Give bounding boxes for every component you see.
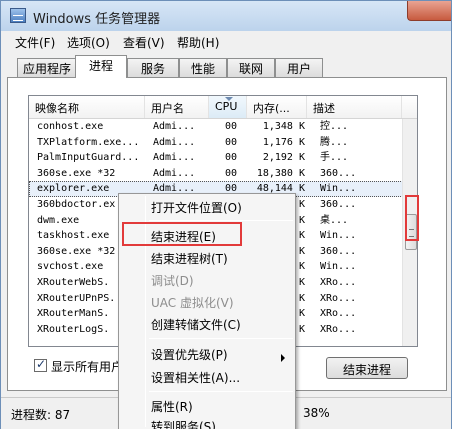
table-row[interactable]: PalmInputGuard... Admi... 00 2,192 K 手... <box>29 150 417 166</box>
cpu-usage: 38% <box>303 406 330 420</box>
context-menu: 打开文件位置(O) 结束进程(E) 结束进程树(T) 调试(D) UAC 虚拟化… <box>118 193 296 429</box>
table-row[interactable]: TXPlatform.exe... Admi... 00 1,176 K 腾... <box>29 135 417 151</box>
end-process-highlight-box <box>122 222 242 246</box>
show-all-users-label: 显示所有用户 <box>51 360 124 374</box>
menu-view[interactable]: 查看(V) <box>123 34 165 51</box>
menu-end-process-tree[interactable]: 结束进程树(T) <box>151 250 228 268</box>
submenu-arrow-icon <box>281 354 285 362</box>
tab-applications[interactable]: 应用程序 <box>17 58 77 77</box>
menu-file[interactable]: 文件(F) <box>15 34 55 51</box>
process-cpu: 00 <box>225 121 238 132</box>
process-description: Win... <box>320 183 357 195</box>
process-name: PalmInputGuard... <box>37 152 140 164</box>
process-user: Admi... <box>153 121 196 132</box>
close-icon[interactable] <box>407 1 451 21</box>
process-name: TXPlatform.exe... <box>37 136 140 148</box>
window-title: Windows 任务管理器 <box>33 12 161 27</box>
menu-set-priority[interactable]: 设置优先级(P) <box>151 346 228 364</box>
checkbox-checked-icon[interactable] <box>34 357 47 372</box>
menu-debug: 调试(D) <box>151 274 194 288</box>
tab-users[interactable]: 用户 <box>275 58 323 77</box>
process-description: XRo... <box>320 276 357 288</box>
process-description: XRo... <box>320 292 357 304</box>
process-cpu: 00 <box>225 136 238 148</box>
process-description: Win... <box>320 230 357 242</box>
list-header: 映像名称 用户名 CPU 内存(... 描述 <box>29 96 417 119</box>
table-row[interactable]: 360se.exe *32 Admi... 00 18,380 K 360... <box>29 166 417 182</box>
process-description: 控... <box>320 121 349 132</box>
tab-processes[interactable]: 进程 <box>75 55 127 78</box>
menu-go-to-service[interactable]: 转到服务(S) <box>151 418 216 429</box>
context-separator <box>149 220 293 221</box>
scrollbar-highlight-box <box>405 195 419 241</box>
process-description: 腾... <box>320 136 349 148</box>
process-description: XRo... <box>320 323 357 335</box>
process-cpu: 00 <box>225 152 238 164</box>
process-memory: 1,176 K <box>262 136 305 148</box>
process-description: XRo... <box>320 308 357 320</box>
task-manager-icon <box>10 8 26 23</box>
tab-services[interactable]: 服务 <box>127 58 179 77</box>
process-description: 桌... <box>320 214 349 226</box>
column-memory[interactable]: 内存(... <box>247 96 307 118</box>
tab-performance[interactable]: 性能 <box>179 58 227 77</box>
process-memory: 18,380 K <box>256 167 305 179</box>
title-bar: Windows 任务管理器 <box>1 1 451 31</box>
tab-networking[interactable]: 联网 <box>227 58 275 77</box>
process-user: Admi... <box>153 136 196 148</box>
sort-arrow-icon <box>225 97 233 101</box>
process-name: conhost.exe <box>37 121 104 132</box>
menu-open-file-location[interactable]: 打开文件位置(O) <box>151 199 242 217</box>
process-description: Win... <box>320 261 357 273</box>
process-description: 手... <box>320 152 349 164</box>
process-name: 360se.exe *32 <box>37 167 116 179</box>
column-image-name[interactable]: 映像名称 <box>29 96 145 118</box>
menu-properties[interactable]: 属性(R) <box>151 398 193 416</box>
process-memory: 1,348 K <box>262 121 305 132</box>
context-separator <box>149 338 293 339</box>
process-description: 360... <box>320 198 357 210</box>
column-description[interactable]: 描述 <box>307 96 402 118</box>
menu-bar: 文件(F) 选项(O) 查看(V) 帮助(H) <box>1 31 451 51</box>
menu-help[interactable]: 帮助(H) <box>177 34 219 51</box>
menu-options[interactable]: 选项(O) <box>67 34 110 51</box>
process-description: 360... <box>320 245 357 257</box>
process-count: 进程数: 87 <box>11 408 71 422</box>
context-separator <box>149 391 293 392</box>
tab-strip: 应用程序 进程 服务 性能 联网 用户 <box>1 51 451 78</box>
process-user: Admi... <box>153 167 196 179</box>
menu-uac-virtualization: UAC 虚拟化(V) <box>151 296 234 310</box>
task-manager-window: Windows 任务管理器 文件(F) 选项(O) 查看(V) 帮助(H) 应用… <box>0 0 452 429</box>
menu-set-affinity[interactable]: 设置相关性(A)... <box>151 369 240 387</box>
table-row[interactable]: conhost.exe Admi... 00 1,348 K 控... <box>29 119 417 135</box>
process-cpu: 00 <box>225 167 238 179</box>
process-user: Admi... <box>153 152 196 164</box>
end-process-button[interactable]: 结束进程 <box>326 357 408 379</box>
column-user-name[interactable]: 用户名 <box>145 96 209 118</box>
process-description: 360... <box>320 167 357 179</box>
process-memory: 2,192 K <box>262 152 305 164</box>
menu-create-dump-file[interactable]: 创建转储文件(C) <box>151 316 241 334</box>
